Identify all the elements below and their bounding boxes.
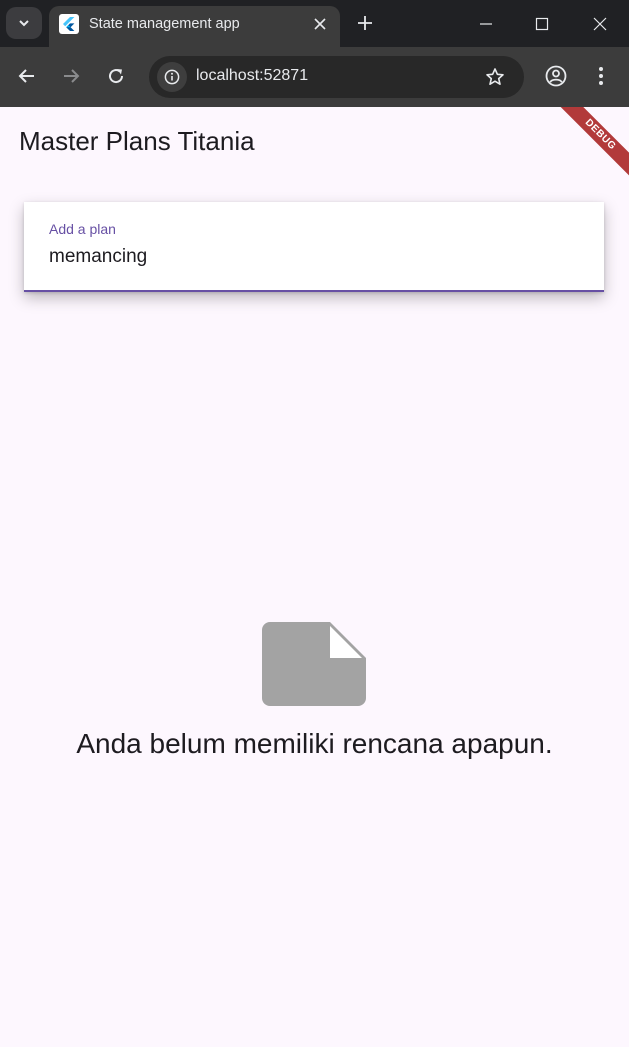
add-plan-label: Add a plan [49, 221, 116, 237]
flutter-icon [59, 14, 79, 34]
browser-toolbar: localhost:52871 [0, 47, 629, 107]
minimize-button[interactable] [458, 0, 514, 47]
add-plan-value[interactable]: memancing [49, 246, 569, 268]
arrow-right-icon [64, 69, 80, 83]
reload-button[interactable] [101, 61, 131, 91]
plus-icon [358, 16, 372, 30]
close-window-button[interactable] [572, 0, 628, 47]
bookmark-star-icon[interactable] [484, 66, 506, 88]
tab-title: State management app [89, 16, 240, 32]
close-icon [593, 17, 607, 30]
site-info-icon[interactable] [157, 62, 187, 92]
browser-tab[interactable]: State management app [49, 6, 340, 47]
add-plan-input[interactable]: Add a plan memancing [24, 202, 604, 292]
url-text[interactable]: localhost:52871 [196, 67, 308, 85]
maximize-icon [535, 17, 549, 30]
browser-tab-strip: State management app [0, 0, 629, 47]
page-title: Master Plans Titania [19, 126, 255, 156]
reload-icon [109, 69, 124, 84]
app-viewport: Master Plans Titania DEBUG Add a plan me… [0, 107, 629, 1047]
menu-button[interactable] [586, 61, 616, 91]
address-bar[interactable]: localhost:52871 [149, 56, 524, 98]
new-tab-button[interactable] [352, 10, 378, 36]
back-button[interactable] [12, 61, 42, 91]
more-vertical-icon [599, 67, 603, 85]
add-plan-card: Add a plan memancing [24, 202, 604, 292]
tab-search-button[interactable] [6, 7, 42, 39]
maximize-button[interactable] [514, 0, 570, 47]
account-circle-icon [545, 65, 567, 87]
empty-state-message: Anda belum memiliki rencana apapun. [76, 728, 553, 759]
note-icon [262, 622, 366, 706]
debug-banner: DEBUG [555, 107, 629, 180]
tab-close-icon[interactable] [310, 14, 330, 34]
minimize-icon [480, 22, 492, 25]
arrow-left-icon [18, 69, 34, 83]
profile-button[interactable] [541, 61, 571, 91]
chevron-down-icon [19, 20, 29, 27]
forward-button[interactable] [56, 61, 86, 91]
